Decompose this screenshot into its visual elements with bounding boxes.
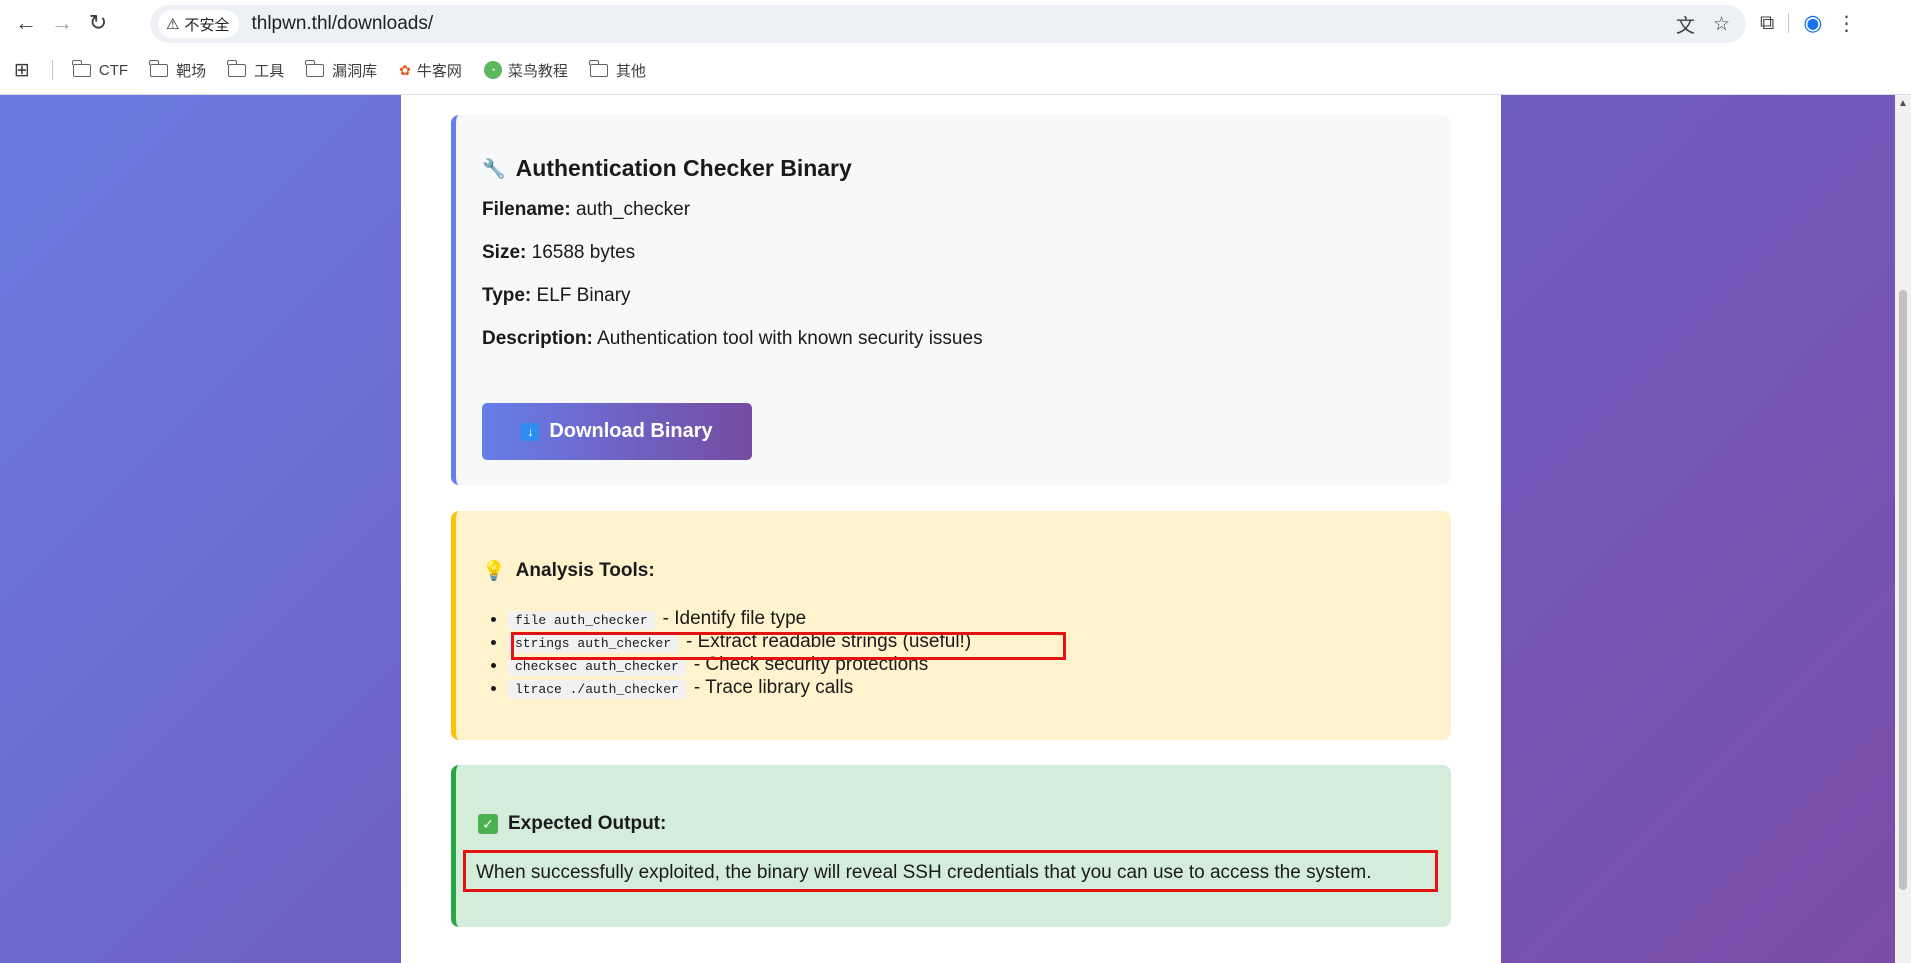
list-item: ltrace ./auth_checker - Trace library cal… xyxy=(508,676,971,699)
command-desc: - Identify file type xyxy=(662,608,807,629)
tools-title: 💡 Analysis Tools: xyxy=(482,559,655,583)
type-label: Type: xyxy=(482,285,532,306)
security-chip[interactable]: ⚠ 不安全 xyxy=(158,10,240,38)
reload-button[interactable]: ↻ xyxy=(80,5,116,41)
description-row: Description: Authentication tool with kn… xyxy=(482,328,983,350)
browser-actions: ⧉ ◉ ⋮ xyxy=(1760,5,1856,41)
type-value: ELF Binary xyxy=(536,285,631,306)
binary-title: 🔧 Authentication Checker Binary xyxy=(482,155,852,182)
size-label: Size: xyxy=(482,242,527,263)
download-binary-button[interactable]: ↓ Download Binary xyxy=(482,403,752,460)
binary-title-text: Authentication Checker Binary xyxy=(515,155,852,181)
type-row: Type: ELF Binary xyxy=(482,285,631,307)
bookmark-star-icon[interactable]: ☆ xyxy=(1713,13,1730,36)
bookmark-other[interactable]: 其他 xyxy=(589,59,646,81)
analysis-tools-panel: 💡 Analysis Tools: file auth_checker - Ide… xyxy=(451,511,1451,740)
folder-icon xyxy=(227,59,247,77)
highlight-box-output xyxy=(463,850,1438,892)
bookmark-label: 工具 xyxy=(254,62,285,80)
description-label: Description: xyxy=(482,328,593,349)
checkmark-icon: ✓ xyxy=(478,814,498,834)
apps-grid-icon[interactable]: ⊞ xyxy=(14,59,30,82)
arrow-right-icon: → xyxy=(51,9,73,35)
niuke-icon: ✿ xyxy=(399,61,411,78)
filename-value: auth_checker xyxy=(575,199,691,220)
bookmark-label: 菜鸟教程 xyxy=(507,62,568,80)
folder-icon xyxy=(589,59,608,77)
bookmark-label: 其他 xyxy=(615,62,646,80)
folder-icon xyxy=(149,59,169,77)
url-text[interactable]: thlpwn.thl/downloads/ xyxy=(251,13,433,35)
bookmark-label: 靶场 xyxy=(176,62,207,80)
menu-kebab-icon[interactable]: ⋮ xyxy=(1836,11,1856,36)
extensions-icon[interactable]: ⧉ xyxy=(1760,12,1774,35)
arrow-left-icon: ← xyxy=(15,9,37,35)
bookmark-tools[interactable]: 工具 xyxy=(227,59,285,81)
back-button[interactable]: ← xyxy=(8,5,44,41)
description-value: Authentication tool with known security … xyxy=(597,328,983,349)
reload-icon: ↻ xyxy=(88,9,108,35)
security-label: 不安全 xyxy=(184,16,230,34)
address-bar[interactable]: ⚠ 不安全 thlpwn.thl/downloads/ 文 ☆ xyxy=(150,5,1746,43)
page-viewport: 🔧 Authentication Checker Binary Filename… xyxy=(0,95,1895,963)
bookmark-runoob[interactable]: ◔ 菜鸟教程 xyxy=(483,60,568,81)
profile-icon[interactable]: ◉ xyxy=(1803,10,1822,36)
bookmark-ctf[interactable]: CTF xyxy=(72,59,129,79)
download-label: Download Binary xyxy=(549,420,713,442)
bookmark-niuke[interactable]: ✿ 牛客网 xyxy=(399,60,462,81)
tools-title-text: Analysis Tools: xyxy=(515,560,655,581)
bookmark-label: CTF xyxy=(98,61,129,79)
binary-panel: 🔧 Authentication Checker Binary Filename… xyxy=(451,115,1451,485)
highlight-box-strings xyxy=(511,632,1066,660)
bookmark-vulndb[interactable]: 漏洞库 xyxy=(305,59,378,81)
command-desc: - Trace library calls xyxy=(693,677,854,698)
size-value: 16588 bytes xyxy=(531,242,636,263)
browser-toolbar: ← → ↻ ⚠ 不安全 thlpwn.thl/downloads/ 文 ☆ ⧉ … xyxy=(0,0,1911,45)
lightbulb-icon: 💡 xyxy=(482,561,506,582)
translate-icon[interactable]: 文 xyxy=(1676,11,1695,38)
filename-row: Filename: auth_checker xyxy=(482,199,690,221)
list-item: file auth_checker - Identify file type xyxy=(508,607,971,630)
bookmarks-bar: ⊞ CTF 靶场 工具 漏洞库 ✿ 牛客网 ◔ 菜鸟教程 其他 xyxy=(0,50,1911,90)
download-arrow-icon: ↓ xyxy=(521,422,540,441)
bookmark-label: 漏洞库 xyxy=(332,62,378,80)
scrollbar-thumb[interactable] xyxy=(1899,290,1907,890)
content-card: 🔧 Authentication Checker Binary Filename… xyxy=(401,95,1501,963)
scroll-up-icon[interactable]: ▲ xyxy=(1898,98,1908,109)
output-title: ✓ Expected Output: xyxy=(478,813,666,835)
wrench-icon: 🔧 xyxy=(482,158,506,180)
bookmark-range[interactable]: 靶场 xyxy=(149,59,207,81)
forward-button[interactable]: → xyxy=(44,5,80,41)
bookmarks-divider xyxy=(51,60,53,80)
omnibox-actions: 文 ☆ xyxy=(1676,5,1730,43)
page-scrollbar[interactable]: ▲ xyxy=(1895,95,1911,963)
folder-icon xyxy=(305,59,325,77)
folder-icon xyxy=(72,59,91,77)
output-title-text: Expected Output: xyxy=(508,813,667,834)
bookmark-label: 牛客网 xyxy=(416,62,462,80)
size-row: Size: 16588 bytes xyxy=(482,242,635,264)
command-code: ltrace ./auth_checker xyxy=(508,680,686,699)
toolbar-divider xyxy=(1788,13,1790,33)
filename-label: Filename: xyxy=(482,199,571,220)
expected-output-panel: ✓ Expected Output: When successfully exp… xyxy=(451,765,1451,927)
warning-icon: ⚠ xyxy=(166,16,180,33)
runoob-icon: ◔ xyxy=(483,61,502,79)
command-code: file auth_checker xyxy=(508,611,655,630)
